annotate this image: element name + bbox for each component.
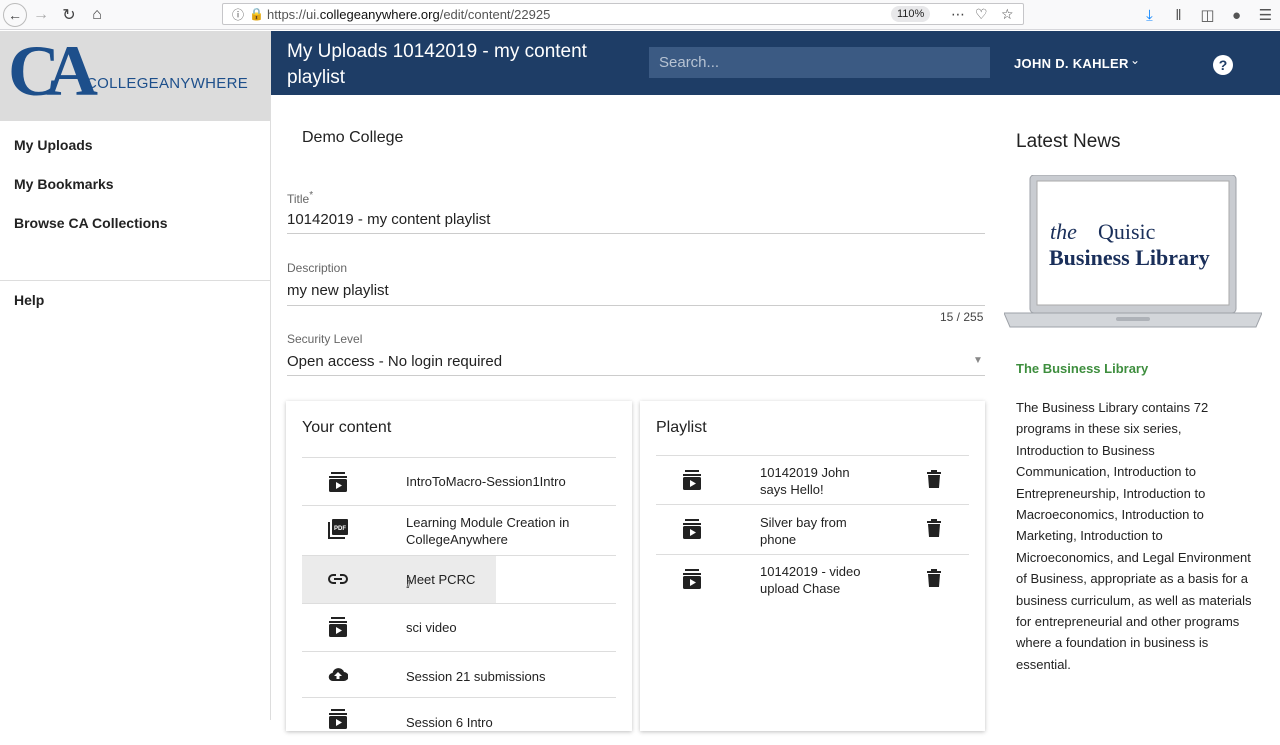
reload-icon[interactable]: ↻ [55, 1, 83, 29]
sidebar-item-help[interactable]: Help [14, 292, 44, 308]
chevron-down-icon[interactable]: ⌄ [1130, 53, 1140, 67]
pdf-icon: PDF [328, 519, 348, 539]
page-title: My Uploads 10142019 - my content playlis… [287, 41, 587, 88]
description-counter: 15 / 255 [940, 310, 984, 324]
video-stack-icon [683, 470, 701, 490]
your-content-title: Your content [302, 419, 392, 436]
list-item[interactable]: IntroToMacro-Session1Intro [302, 457, 616, 505]
news-image[interactable]: the Quisic Business Library [1004, 175, 1262, 329]
info-icon[interactable]: ⓘ [229, 6, 247, 23]
list-item[interactable]: Session 21 submissions [302, 651, 616, 699]
list-item-label: Session 21 submissions [406, 669, 546, 684]
news-title: Latest News [1016, 131, 1121, 152]
description-label: Description [287, 261, 348, 275]
svg-text:PDF: PDF [334, 526, 346, 532]
title-label: Title* [287, 190, 314, 206]
list-item-label: Learning Module Creation in CollegeAnywh… [406, 515, 570, 547]
more-icon[interactable]: ⋯ [951, 6, 965, 23]
playlist-item[interactable]: 10142019 - video upload Chase [656, 554, 969, 604]
title-underline [287, 233, 985, 234]
list-item-label: sci video [406, 620, 457, 635]
list-item[interactable]: sci video [302, 603, 616, 651]
description-field[interactable]: my new playlist [287, 282, 389, 299]
video-stack-icon [329, 617, 347, 637]
security-underline [287, 375, 985, 376]
logo[interactable]: CA COLLEGEANYWHERE [0, 31, 270, 121]
search-input[interactable]: Search... [649, 47, 990, 78]
url-text[interactable]: https://ui.collegeanywhere.org/edit/cont… [267, 7, 550, 22]
video-stack-icon [329, 472, 347, 492]
address-bar[interactable]: ⓘ 🔒 https://ui.collegeanywhere.org/edit/… [222, 3, 1024, 25]
playlist-item-label: Silver bay from phone [760, 515, 847, 547]
help-icon[interactable]: ? [1213, 55, 1233, 75]
playlist-panel: Playlist 10142019 John says Hello! Silve… [640, 401, 985, 731]
playlist-item[interactable]: 10142019 John says Hello! [656, 455, 969, 504]
playlist-item-label: 10142019 John says Hello! [760, 465, 850, 497]
news-link[interactable]: The Business Library [1016, 361, 1148, 376]
back-icon[interactable]: ← [3, 2, 27, 27]
sidebar-item-browse-collections[interactable]: Browse CA Collections [14, 215, 168, 231]
menu-icon[interactable]: ☰ [1251, 6, 1280, 24]
trash-icon[interactable] [926, 569, 942, 587]
sidebar-toggle-icon[interactable]: ◫ [1193, 6, 1222, 24]
browser-toolbar: ← → ↻ ⌂ ⓘ 🔒 https://ui.collegeanywhere.o… [0, 0, 1280, 30]
pocket-icon[interactable]: ♡ [975, 6, 988, 23]
list-item-label: Meet PCRC [406, 572, 476, 587]
text-cursor-icon: ⅈ [406, 575, 411, 591]
list-item-label: Session 6 Intro [406, 715, 493, 730]
zoom-badge[interactable]: 110% [891, 6, 931, 22]
playlist-title: Playlist [656, 419, 707, 436]
sidebar: CA COLLEGEANYWHERE My Uploads My Bookmar… [0, 31, 271, 720]
logo-text: COLLEGEANYWHERE [86, 75, 249, 92]
forward-icon[interactable]: → [27, 1, 55, 29]
college-name: Demo College [302, 129, 404, 146]
image-text-business-library: Business Library [1049, 245, 1210, 270]
video-stack-icon [683, 519, 701, 539]
list-item[interactable]: Meet PCRC [302, 555, 616, 603]
video-stack-icon [329, 709, 347, 729]
description-underline [287, 305, 985, 306]
image-text-quisic: Quisic [1098, 219, 1156, 244]
list-item-label: IntroToMacro-Session1Intro [406, 474, 566, 489]
library-icon[interactable]: ‖ [1164, 7, 1193, 24]
news-body: The Business Library contains 72 program… [1016, 400, 1252, 672]
bookmark-star-icon[interactable]: ☆ [1001, 6, 1014, 23]
title-field[interactable]: 10142019 - my content playlist [287, 211, 490, 228]
link-icon [328, 574, 348, 584]
dropdown-arrow-icon[interactable]: ▼ [973, 355, 983, 366]
home-icon[interactable]: ⌂ [83, 1, 111, 29]
user-menu[interactable]: JOHN D. KAHLER [1014, 56, 1129, 71]
sidebar-item-my-uploads[interactable]: My Uploads [14, 137, 93, 153]
image-text-the: the [1050, 219, 1077, 244]
playlist-item-label: 10142019 - video upload Chase [760, 564, 861, 596]
cloud-upload-icon [328, 668, 348, 682]
sidebar-divider [0, 280, 270, 281]
account-icon[interactable]: ● [1222, 7, 1251, 24]
app-header: My Uploads 10142019 - my content playlis… [271, 31, 1280, 95]
trash-icon[interactable] [926, 519, 942, 537]
trash-icon[interactable] [926, 470, 942, 488]
playlist-item[interactable]: Silver bay from phone [656, 504, 969, 554]
list-item[interactable]: PDF Learning Module Creation in CollegeA… [302, 505, 616, 555]
download-icon[interactable]: ⤓ [1135, 7, 1164, 24]
lock-icon: 🔒 [249, 7, 264, 21]
security-label: Security Level [287, 332, 363, 346]
security-select[interactable]: Open access - No login required [287, 353, 502, 370]
your-content-panel: Your content IntroToMacro-Session1Intro … [286, 401, 632, 731]
logo-letters: CA [8, 31, 98, 111]
sidebar-item-my-bookmarks[interactable]: My Bookmarks [14, 176, 114, 192]
list-item[interactable]: Session 6 Intro [302, 697, 616, 745]
video-stack-icon [683, 569, 701, 589]
